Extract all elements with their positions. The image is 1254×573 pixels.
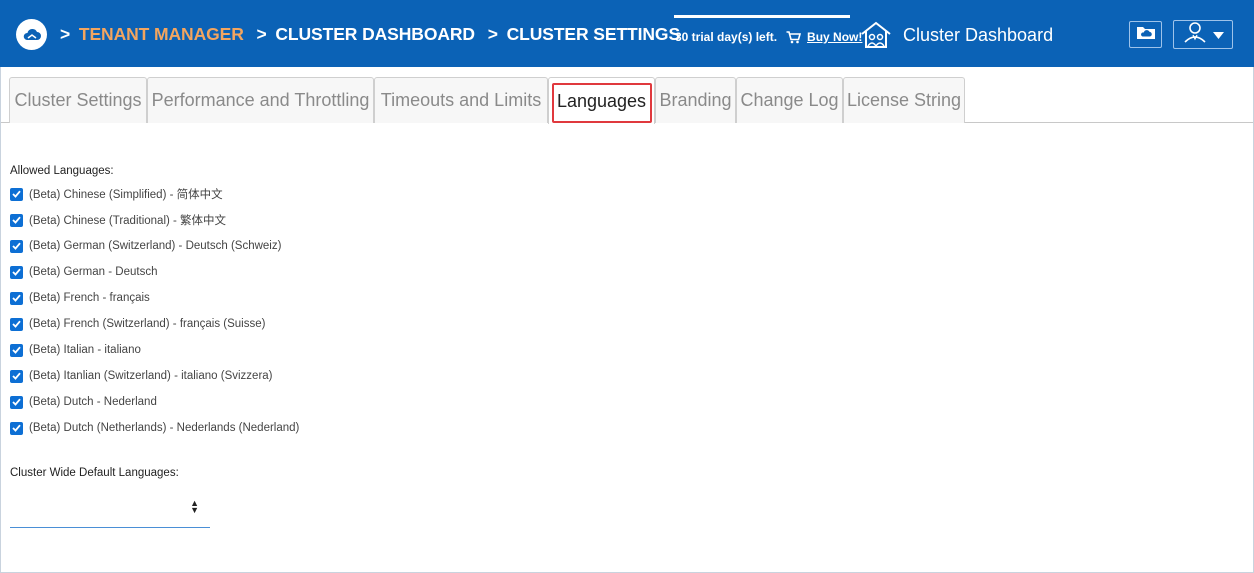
- trial-progress-bar: [674, 15, 850, 18]
- language-option: (Beta) French (Switzerland) - français (…: [10, 316, 265, 332]
- language-option-label: (Beta) German (Switzerland) - Deutsch (S…: [29, 240, 282, 252]
- language-option: (Beta) Itanlian (Switzerland) - italiano…: [10, 368, 273, 384]
- language-option: (Beta) Chinese (Simplified) - 简体中文: [10, 186, 223, 202]
- language-option: (Beta) French - français: [10, 290, 150, 306]
- breadcrumb-separator: >: [256, 24, 267, 44]
- language-checkbox[interactable]: [10, 213, 23, 227]
- dashboard-title: Cluster Dashboard: [903, 25, 1054, 45]
- default-language-select[interactable]: ▲ ▼: [10, 496, 210, 528]
- tab-performance-throttling[interactable]: Performance and Throttling: [147, 77, 374, 123]
- cloud-folder-button[interactable]: [1129, 21, 1162, 48]
- breadcrumb-cluster-dashboard[interactable]: CLUSTER DASHBOARD: [275, 24, 475, 44]
- breadcrumb-tenant-manager[interactable]: TENANT MANAGER: [79, 24, 244, 44]
- trial-status: 30 trial day(s) left. Buy Now!: [675, 30, 862, 44]
- user-icon: [1183, 21, 1207, 48]
- caret-down-icon: [1212, 26, 1224, 44]
- breadcrumb-separator: >: [487, 24, 498, 44]
- cart-icon: [786, 30, 802, 44]
- language-checkbox[interactable]: [10, 317, 23, 331]
- language-checkbox[interactable]: [10, 265, 23, 279]
- language-option-label: (Beta) Chinese (Simplified) - 简体中文: [29, 189, 223, 201]
- top-bar: > TENANT MANAGER > CLUSTER DASHBOARD > C…: [0, 0, 1254, 67]
- tab-branding[interactable]: Branding: [655, 77, 736, 123]
- language-option: (Beta) German (Switzerland) - Deutsch (S…: [10, 238, 281, 254]
- language-checkbox[interactable]: [10, 395, 23, 409]
- language-checkbox[interactable]: [10, 421, 23, 435]
- language-option-label: (Beta) German - Deutsch: [29, 266, 158, 278]
- breadcrumb: > TENANT MANAGER > CLUSTER DASHBOARD > C…: [60, 24, 688, 45]
- language-option-label: (Beta) Dutch - Nederland: [29, 396, 157, 408]
- tab-languages[interactable]: Languages: [548, 77, 655, 124]
- language-option: (Beta) Chinese (Traditional) - 繁体中文: [10, 212, 226, 228]
- tab-license-string[interactable]: License String: [843, 77, 965, 123]
- language-option-label: (Beta) Dutch (Netherlands) - Nederlands …: [29, 422, 300, 434]
- allowed-languages-label: Allowed Languages:: [10, 165, 114, 177]
- tab-change-log[interactable]: Change Log: [736, 77, 843, 123]
- sort-arrows-icon: ▲ ▼: [190, 498, 199, 515]
- language-checkbox[interactable]: [10, 291, 23, 305]
- cloud-folder-icon: [1136, 25, 1156, 45]
- language-option-label: (Beta) Chinese (Traditional) - 繁体中文: [29, 215, 227, 227]
- breadcrumb-separator: >: [60, 24, 71, 44]
- settings-tabs: Cluster Settings Performance and Throttl…: [1, 67, 1253, 124]
- language-option-label: (Beta) French - français: [29, 292, 150, 304]
- language-option: (Beta) Dutch - Nederland: [10, 394, 157, 410]
- house-users-icon: [860, 20, 892, 50]
- language-option: (Beta) Italian - italiano: [10, 342, 141, 358]
- user-menu-button[interactable]: [1173, 20, 1233, 49]
- buy-now-link[interactable]: Buy Now!: [807, 30, 862, 44]
- trial-text: 30 trial day(s) left.: [675, 30, 778, 44]
- tab-timeouts-limits[interactable]: Timeouts and Limits: [374, 77, 548, 123]
- language-checkbox[interactable]: [10, 343, 23, 357]
- language-option-label: (Beta) Itanlian (Switzerland) - italiano…: [29, 370, 273, 382]
- default-languages-label: Cluster Wide Default Languages:: [10, 467, 179, 479]
- breadcrumb-cluster-settings: CLUSTER SETTINGS: [506, 24, 681, 44]
- language-option: (Beta) Dutch (Netherlands) - Nederlands …: [10, 420, 299, 436]
- language-option: (Beta) German - Deutsch: [10, 264, 157, 280]
- tab-cluster-settings[interactable]: Cluster Settings: [9, 77, 147, 123]
- language-checkbox[interactable]: [10, 239, 23, 253]
- cloud-logo-icon[interactable]: [16, 19, 47, 50]
- language-option-label: (Beta) French (Switzerland) - français (…: [29, 318, 266, 330]
- language-checkbox[interactable]: [10, 369, 23, 383]
- language-option-label: (Beta) Italian - italiano: [29, 344, 141, 356]
- language-checkbox[interactable]: [10, 187, 23, 201]
